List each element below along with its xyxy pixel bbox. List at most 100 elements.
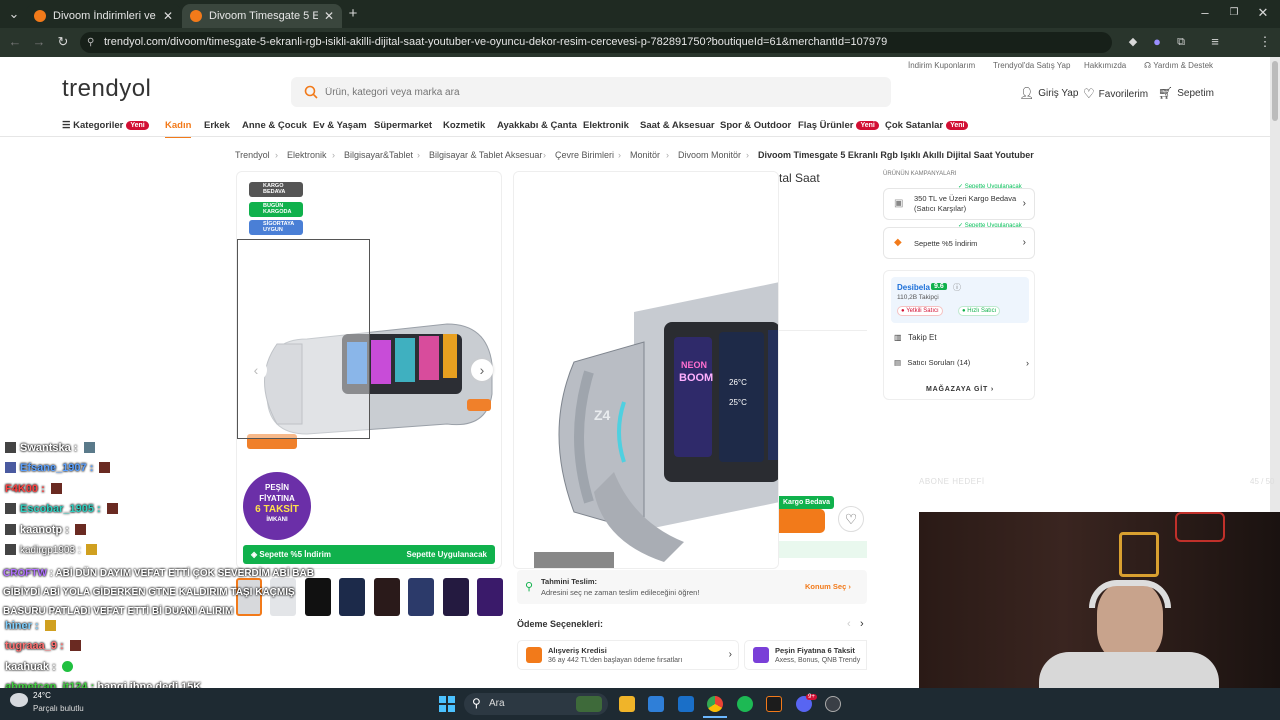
nav-kozmetik[interactable]: Kozmetik xyxy=(443,120,485,131)
microsoft-store-icon[interactable] xyxy=(648,696,664,712)
back-icon[interactable]: ← xyxy=(6,33,24,51)
campaign-text: Sepette %5 İndirim xyxy=(914,239,978,248)
follow-button[interactable]: ▥ Takip Et xyxy=(894,333,937,342)
nav-supermarket[interactable]: Süpermarket xyxy=(374,120,432,131)
nav-ev-yasam[interactable]: Ev & Yaşam xyxy=(313,120,367,131)
seller-questions-link[interactable]: ▤ Satıcı Soruları (14) › xyxy=(894,358,1029,368)
weather-cloud-icon[interactable] xyxy=(10,693,28,707)
nav-spor-outdoor[interactable]: Spor & Outdoor xyxy=(720,120,791,131)
windows-taskbar: 24°C Parçalı bulutlu ⚲ Ara xyxy=(0,688,1280,720)
windows-start-icon[interactable] xyxy=(439,696,455,712)
coupons-link[interactable]: İndirim Kuponlarım xyxy=(908,61,975,70)
reload-icon[interactable]: ↻ xyxy=(54,33,72,51)
trendyol-logo[interactable]: trendyol xyxy=(62,75,151,103)
login-button[interactable]: 👤︎ Giriş Yap xyxy=(1019,86,1078,100)
forward-icon[interactable]: → xyxy=(30,33,48,51)
authorized-seller-badge: ● Yetkili Satıcı xyxy=(897,306,943,316)
chat-emote-icon xyxy=(50,483,62,494)
box-icon: ▣ xyxy=(894,198,904,209)
close-tab-icon[interactable]: ✕ xyxy=(318,9,334,23)
breadcrumb-item[interactable]: Trendyol xyxy=(235,150,270,160)
screen-text: NEON xyxy=(681,360,708,370)
payment-option-installment[interactable]: Peşin Fiyatına 6 Taksit Axess, Bonus, QN… xyxy=(744,640,867,670)
kargo-bedava-tag: Kargo Bedava xyxy=(779,496,835,509)
help-link[interactable]: ☊ Yardım & Destek xyxy=(1144,61,1213,70)
reading-list-icon[interactable]: ≡ xyxy=(1206,33,1224,51)
favorites-button[interactable]: ♡ Favorilerim xyxy=(1083,86,1148,102)
prev-image-icon[interactable]: ‹ xyxy=(245,359,267,381)
weather-temp[interactable]: 24°C xyxy=(33,691,51,700)
nav-anne-cocuk[interactable]: Anne & Çocuk xyxy=(242,120,307,131)
payment-option-sub: 36 ay 442 TL'den başlayan ödeme fırsatla… xyxy=(548,657,683,664)
payment-option-credit[interactable]: Alışveriş Kredisi 36 ay 442 TL'den başla… xyxy=(517,640,739,670)
weather-text[interactable]: Parçalı bulutlu xyxy=(33,704,84,713)
add-to-cart-button[interactable] xyxy=(779,509,825,533)
close-window-icon[interactable]: ✕ xyxy=(1254,4,1272,22)
about-link[interactable]: Hakkımızda xyxy=(1084,61,1126,70)
breadcrumb-item[interactable]: Çevre Birimleri xyxy=(555,150,614,160)
info-icon[interactable]: ⓘ xyxy=(953,282,961,293)
next-image-icon[interactable]: › xyxy=(471,359,493,381)
payment-option-title: Peşin Fiyatına 6 Taksit xyxy=(775,646,855,655)
chevron-right-icon: › xyxy=(1022,198,1026,209)
breadcrumb-item[interactable]: Elektronik xyxy=(287,150,327,160)
close-tab-icon[interactable]: ✕ xyxy=(157,9,173,23)
breadcrumb-item[interactable]: Monitör xyxy=(630,150,660,160)
cart-button[interactable]: 🛒︎ Sepetim xyxy=(1158,86,1214,100)
extension-icon[interactable]: ◆ xyxy=(1124,33,1142,51)
select-location-link[interactable]: Konum Seç › xyxy=(805,582,851,591)
chat-badge-icon xyxy=(5,442,16,453)
go-to-store-button[interactable]: MAĞAZAYA GİT › xyxy=(914,381,1006,399)
breadcrumb-separator-icon: › xyxy=(332,150,335,160)
chrome-icon[interactable] xyxy=(707,696,723,712)
search-input[interactable] xyxy=(325,77,865,107)
tab-divoom-timesgate[interactable]: Divoom Timesgate 5 Ekranlı Rgb Işıklı Ak… xyxy=(182,4,342,28)
scrollbar-thumb[interactable] xyxy=(1272,61,1278,121)
all-categories-button[interactable]: ☰ Kategoriler Yeni xyxy=(62,120,149,131)
breadcrumb-item[interactable]: Divoom Monitör xyxy=(678,150,741,160)
file-explorer-icon[interactable] xyxy=(619,696,635,712)
maximize-icon[interactable]: ❐ xyxy=(1225,4,1243,22)
chat-emote-icon xyxy=(44,620,56,631)
stream-goal-text: ABONE HEDEFİ xyxy=(919,477,985,486)
campaign-free-shipping[interactable]: ▣ 350 TL ve Üzeri Kargo Bedava (Satıcı K… xyxy=(883,188,1035,220)
obs-icon[interactable] xyxy=(766,696,782,712)
extensions-puzzle-icon[interactable]: ⧉ xyxy=(1172,33,1190,51)
spotify-icon[interactable] xyxy=(737,696,753,712)
chat-user: Escobar_1905 xyxy=(20,503,94,515)
nav-saat-aksesuar[interactable]: Saat & Aksesuar xyxy=(640,120,715,131)
site-info-icon[interactable]: ⚲ xyxy=(87,32,94,53)
breadcrumb-separator-icon: › xyxy=(618,150,621,160)
new-tab-button[interactable]: + xyxy=(344,5,362,23)
sell-link[interactable]: Trendyol'da Satış Yap xyxy=(993,61,1070,70)
extension-icon[interactable]: ● xyxy=(1148,33,1166,51)
settings-gear-icon[interactable] xyxy=(825,696,841,712)
nav-flas-urunler[interactable]: Flaş Ürünler Yeni xyxy=(798,120,879,131)
breadcrumb-item[interactable]: Bilgisayar & Tablet Aksesuar xyxy=(429,150,542,160)
mail-icon[interactable] xyxy=(678,696,694,712)
zoom-lens[interactable] xyxy=(237,239,370,439)
tab-search-icon[interactable]: ⌄ xyxy=(5,5,23,23)
address-bar[interactable]: ⚲ trendyol.com/divoom/timesgate-5-ekranl… xyxy=(80,32,1112,53)
card-icon xyxy=(753,647,769,663)
favorite-heart-icon[interactable]: ♡ xyxy=(838,506,864,532)
nav-erkek[interactable]: Erkek xyxy=(204,120,230,131)
search-bar[interactable] xyxy=(291,77,891,107)
browser-menu-icon[interactable]: ⋮ xyxy=(1256,33,1274,51)
breadcrumb-item[interactable]: Bilgisayar&Tablet xyxy=(344,150,413,160)
follow-label: Takip Et xyxy=(908,333,937,342)
seller-header: Desibela 9.6 ⓘ 110,2B Takipçi ● Yetkili … xyxy=(891,277,1029,323)
taskbar-search[interactable]: ⚲ Ara xyxy=(464,693,608,715)
minimize-icon[interactable]: – xyxy=(1196,4,1214,22)
login-label: Giriş Yap xyxy=(1038,87,1079,99)
chat-line: kaahuak : xyxy=(5,661,73,673)
store-icon: ▥ xyxy=(894,333,904,342)
nav-elektronik[interactable]: Elektronik xyxy=(583,120,629,131)
campaign-discount[interactable]: ◆ Sepette %5 İndirim › xyxy=(883,227,1035,259)
payment-prev-icon[interactable]: ‹ xyxy=(847,618,851,630)
payment-next-icon[interactable]: › xyxy=(860,618,864,630)
tab-divoom-campaigns[interactable]: Divoom İndirimleri ve Kampanyaları ✕ xyxy=(26,4,181,28)
nav-ayakkabi-canta[interactable]: Ayakkabı & Çanta xyxy=(497,120,577,131)
seller-name[interactable]: Desibela xyxy=(897,283,930,292)
nav-cok-satanlar[interactable]: Çok Satanlar Yeni xyxy=(885,120,969,131)
